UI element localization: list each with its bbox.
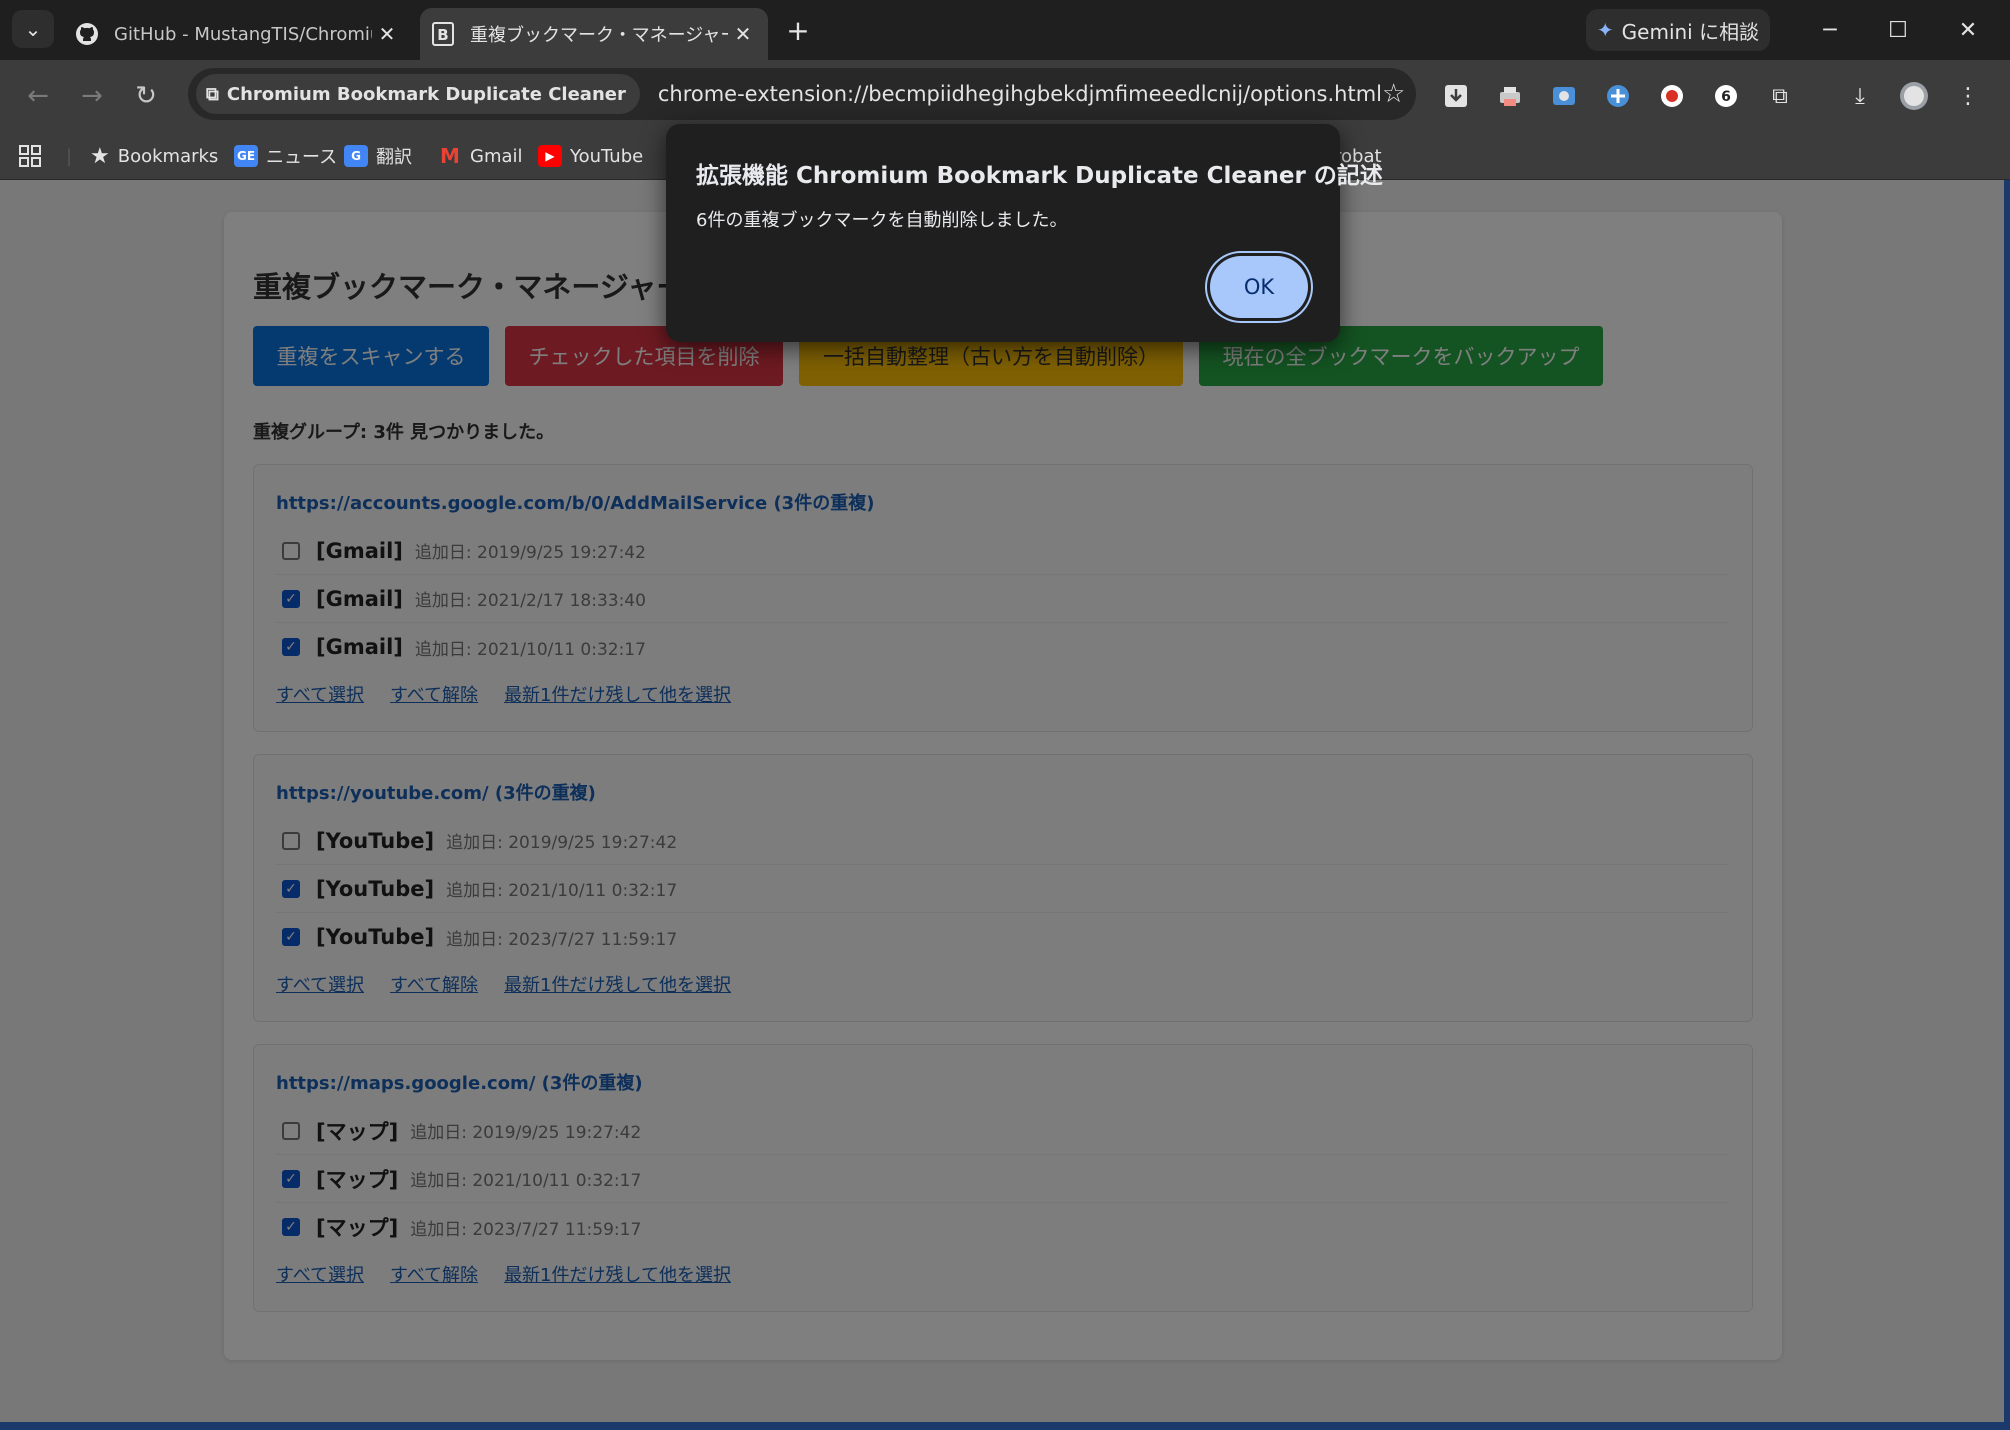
bookmark-news[interactable]: GE ニュース — [234, 140, 337, 172]
close-window-button[interactable]: ✕ — [1948, 10, 1988, 50]
close-tab-icon[interactable]: ✕ — [372, 19, 402, 49]
plus-ext-icon[interactable] — [1598, 76, 1638, 116]
close-tab-icon[interactable]: ✕ — [728, 19, 758, 49]
site-info-chip[interactable]: ⧉ Chromium Bookmark Duplicate Cleaner — [196, 74, 640, 114]
ok-button[interactable]: OK — [1210, 256, 1308, 318]
github-icon — [74, 21, 100, 47]
menu-kebab-icon[interactable]: ⋮ — [1948, 76, 1988, 116]
bookmark-label: YouTube — [570, 145, 644, 167]
tab-search-button[interactable]: ⌄ — [12, 10, 54, 48]
star-icon: ★ — [90, 143, 110, 169]
bookmark-star-icon[interactable]: ☆ — [1382, 74, 1405, 114]
download-ext-icon[interactable] — [1436, 76, 1476, 116]
bookmark-youtube[interactable]: ▶ YouTube — [538, 140, 643, 172]
gemini-button[interactable]: ✦ Gemini に相談 — [1586, 9, 1770, 51]
circle-six-ext-icon[interactable]: 6 — [1706, 76, 1746, 116]
bookmark-translate[interactable]: G 翻訳 — [344, 140, 412, 172]
apps-grid-icon[interactable] — [18, 140, 42, 172]
minimize-button[interactable]: ─ — [1810, 10, 1850, 50]
extension-b-icon: B — [430, 21, 456, 47]
tab-title: GitHub - MustangTIS/Chromium — [114, 23, 372, 45]
tab-strip: ⌄ GitHub - MustangTIS/Chromium ✕ B 重複ブック… — [0, 0, 2010, 60]
google-translate-icon: G — [344, 145, 368, 167]
modal-backdrop — [0, 180, 2004, 1430]
toolbar: ← → ↻ ⧉ Chromium Bookmark Duplicate Clea… — [0, 60, 2010, 132]
chevron-down-icon: ⌄ — [24, 17, 42, 41]
downloads-icon[interactable]: ⤓ — [1840, 76, 1880, 116]
bookmark-label: Bookmarks — [117, 145, 219, 167]
alert-dialog: 拡張機能 Chromium Bookmark Duplicate Cleaner… — [666, 124, 1383, 342]
dialog-message: 6件の重複ブックマークを自動削除しました。 — [696, 210, 1068, 231]
bookmark-gmail[interactable]: M Gmail — [438, 140, 523, 172]
forward-button[interactable]: → — [72, 76, 112, 116]
bookmark-bookmarks[interactable]: ★ Bookmarks — [90, 140, 218, 172]
tab-title: 重複ブックマーク・マネージャー — [470, 25, 728, 46]
google-news-icon: GE — [234, 145, 258, 167]
gmail-icon: M — [440, 144, 460, 168]
address-bar[interactable]: ⧉ Chromium Bookmark Duplicate Cleaner ch… — [188, 68, 1416, 120]
bookmark-label: 翻訳 — [376, 147, 412, 168]
tab-github[interactable]: GitHub - MustangTIS/Chromium ✕ — [64, 8, 412, 60]
bookmark-label: Gmail — [470, 145, 523, 167]
bookmark-label: ニュース — [266, 147, 338, 168]
desktop-edge — [2004, 180, 2010, 1430]
back-button[interactable]: ← — [18, 76, 58, 116]
screenshot-ext-icon[interactable] — [1544, 76, 1584, 116]
bookmarks-divider: | — [66, 145, 73, 167]
dialog-title: 拡張機能 Chromium Bookmark Duplicate Cleaner… — [696, 163, 1383, 189]
gemini-label: Gemini に相談 — [1621, 19, 1760, 44]
reload-button[interactable]: ↻ — [126, 76, 166, 116]
extension-name: Chromium Bookmark Duplicate Cleaner — [226, 83, 626, 105]
desktop-edge — [0, 1422, 2010, 1430]
record-ext-icon[interactable] — [1652, 76, 1692, 116]
url-text[interactable]: chrome-extension://becmpiidhegihgbekdjmf… — [658, 82, 1382, 106]
svg-text:B: B — [437, 26, 448, 44]
svg-text:6: 6 — [1721, 89, 1731, 105]
maximize-button[interactable]: ☐ — [1878, 10, 1918, 50]
tab-bookmark-manager[interactable]: B 重複ブックマーク・マネージャー ✕ — [420, 8, 768, 60]
puzzle-piece-icon: ⧉ — [206, 83, 219, 105]
extensions-puzzle-icon[interactable]: ⧉ — [1760, 76, 1800, 116]
profile-avatar[interactable] — [1894, 76, 1934, 116]
gemini-sparkle-icon: ✦ — [1596, 18, 1614, 42]
youtube-icon: ▶ — [538, 145, 562, 167]
page-viewport: 重複ブックマーク・マネージャー 重複をスキャンする チェックした項目を削除 一括… — [0, 180, 2004, 1430]
new-tab-button[interactable]: + — [780, 12, 816, 48]
printer-ext-icon[interactable] — [1490, 76, 1530, 116]
